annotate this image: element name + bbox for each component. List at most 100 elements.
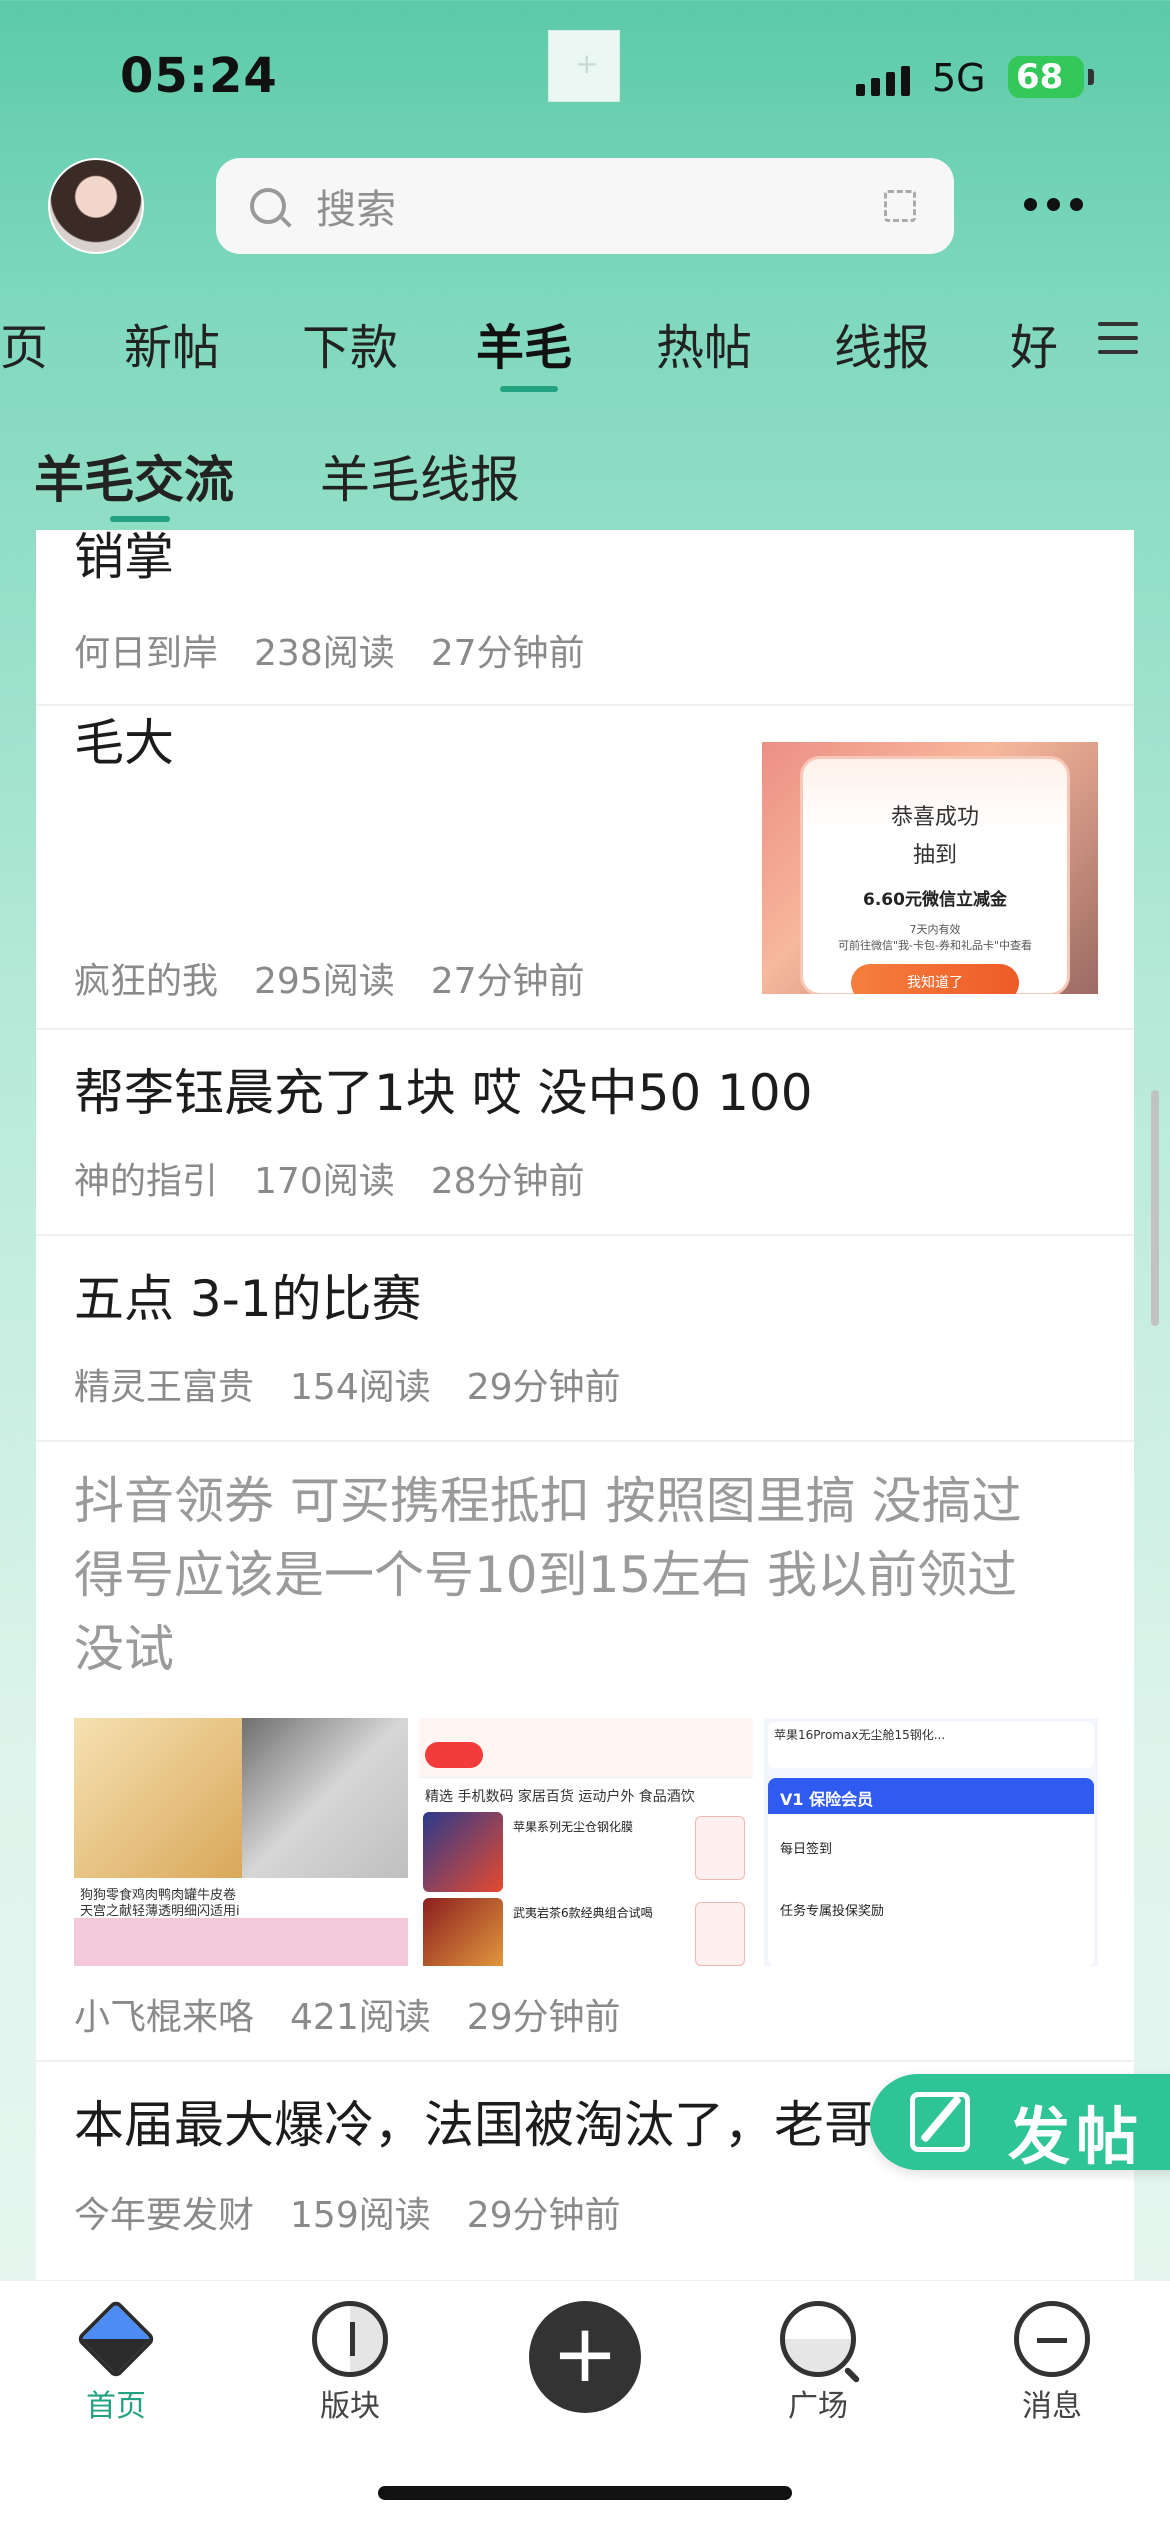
post-reads: 295阅读	[254, 961, 395, 1002]
new-post-button[interactable]: 发帖	[870, 2074, 1170, 2173]
nav-sections[interactable]: 版块	[280, 2301, 420, 2425]
tab-tips[interactable]: 线报	[834, 308, 930, 378]
post-title: 五点 3-1的比赛	[74, 1270, 422, 1328]
post-author: 今年要发财	[74, 2195, 255, 2236]
member-card-row: 任务专属投保奖励	[780, 1904, 885, 1919]
product-image	[423, 1898, 503, 1966]
thumbnail-category-tabs: 精选 手机数码 家居百货 运动户外 食品酒饮	[425, 1789, 695, 1805]
thumbnail-food-photo	[74, 1718, 242, 1878]
subtab-deal-exchange[interactable]: 羊毛交流	[34, 440, 234, 512]
search-bar[interactable]: 搜索	[216, 158, 954, 254]
tab-good[interactable]: 好	[1010, 308, 1058, 378]
tab-new-posts[interactable]: 新帖	[124, 308, 220, 378]
thumbnail-signin-strip	[419, 1718, 753, 1778]
thumbnail-2[interactable]: 精选 手机数码 家居百货 运动户外 食品酒饮 苹果系列无尘仓钢化膜 武夷岩茶6款…	[419, 1718, 753, 1966]
prize-card: 恭喜成功 抽到 6.60元微信立减金 7天内有效 可前往微信"我-卡包-券和礼品…	[800, 756, 1070, 994]
prize-line4: 7天内有效	[909, 923, 961, 936]
post-reads: 170阅读	[254, 1161, 395, 1202]
prize-line2: 抽到	[912, 843, 957, 868]
thumbnail-banner	[74, 1918, 408, 1966]
section-icon	[312, 2301, 388, 2377]
post-reads: 421阅读	[290, 1997, 431, 2038]
post-time: 29分钟前	[466, 2195, 621, 2236]
product-price-badge	[695, 1816, 745, 1880]
avatar[interactable]	[48, 158, 144, 254]
thumbnail-product-row: 武夷岩茶6款经典组合试喝	[423, 1898, 749, 1966]
post-image[interactable]: 恭喜成功 抽到 6.60元微信立减金 7天内有效 可前往微信"我-卡包-券和礼品…	[762, 742, 1098, 994]
home-indicator[interactable]	[378, 2486, 792, 2500]
message-icon	[1014, 2301, 1090, 2377]
thumbnail-order: 苹果16Promax无尘舱15钢化...	[768, 1722, 1094, 1768]
tab-home[interactable]: 页	[0, 308, 48, 378]
signal-icon	[856, 66, 910, 96]
post-title: 帮李钰晨充了1块 哎 没中50 100	[74, 1064, 813, 1122]
post-title-line1: 抖音领券 可买携程抵扣 按照图里搞 没搞过	[74, 1472, 1022, 1530]
post-title: 本届最大爆冷，法国被淘汰了，老哥	[74, 2096, 874, 2154]
post-title: 毛大	[74, 714, 174, 772]
thumb1-caption-b: 天宫之献轻薄透明细闪适用i	[80, 1904, 240, 1919]
new-post-label: 发帖	[1008, 2100, 1145, 2173]
post-meta: 小飞棍来咯 421阅读 29分钟前	[74, 1988, 657, 2040]
post-item[interactable]: 五点 3-1的比赛 精灵王富贵 154阅读 29分钟前	[36, 1236, 1134, 1442]
thumbnail-phone-case-photo	[242, 1718, 408, 1878]
post-meta: 精灵王富贵 154阅读 29分钟前	[74, 1358, 657, 1410]
post-meta: 何日到岸 238阅读 27分钟前	[74, 624, 621, 676]
post-author: 精灵王富贵	[74, 1367, 255, 1408]
product-title: 武夷岩茶6款经典组合试喝	[513, 1906, 653, 1920]
nav-messages-label: 消息	[1022, 2389, 1082, 2424]
post-feed: 销掌 何日到岸 238阅读 27分钟前 毛大 疯狂的我 295阅读 27分钟前 恭喜成功…	[36, 530, 1134, 2280]
post-title-line2: 得号应该是一个号10到15左右 我以前领过	[74, 1546, 1018, 1604]
nav-home-label: 首页	[86, 2389, 146, 2424]
thumbnail-member-card: V1 保险会员 每日签到 任务专属投保奖励	[768, 1778, 1094, 1966]
battery-level: 68	[1016, 57, 1064, 97]
post-item[interactable]: 帮李钰晨充了1块 哎 没中50 100 神的指引 170阅读 28分钟前	[36, 1030, 1134, 1236]
post-reads: 154阅读	[290, 1367, 431, 1408]
tab-deals[interactable]: 羊毛	[476, 308, 572, 378]
scrollbar[interactable]	[1151, 1090, 1159, 1326]
post-author: 何日到岸	[74, 633, 219, 674]
product-title: 苹果系列无尘仓钢化膜	[513, 1820, 634, 1834]
post-title-line3: 没试	[74, 1620, 174, 1678]
prize-line3: 6.60元微信立减金	[863, 890, 1007, 910]
battery-icon: 68	[1008, 56, 1094, 98]
thumbnail-1[interactable]: 狗狗零食鸡肉鸭肉罐牛皮卷 天宫之献轻薄透明细闪适用i	[74, 1718, 408, 1966]
post-author: 小飞棍来咯	[74, 1997, 255, 2038]
member-card-row: 每日签到	[780, 1842, 833, 1857]
signin-chip	[425, 1742, 483, 1768]
floating-add-button[interactable]	[548, 30, 620, 102]
nav-messages[interactable]: 消息	[982, 2301, 1122, 2425]
prize-button: 我知道了	[851, 964, 1019, 994]
nav-sections-label: 版块	[320, 2389, 380, 2424]
post-time: 28分钟前	[430, 1161, 585, 1202]
member-card-header: V1 保险会员	[780, 1790, 874, 1809]
post-item[interactable]: 毛大 疯狂的我 295阅读 27分钟前 恭喜成功 抽到 6.60元微信立减金 7天内…	[36, 706, 1134, 1030]
active-subtab-indicator	[110, 516, 170, 522]
status-bar: 05:24 5G 68	[0, 0, 1170, 140]
subtab-deal-tips[interactable]: 羊毛线报	[320, 440, 520, 512]
tab-loans[interactable]: 下款	[302, 308, 398, 378]
more-icon[interactable]	[1024, 198, 1083, 211]
post-reads: 238阅读	[254, 633, 395, 674]
post-item[interactable]: 销掌 何日到岸 238阅读 27分钟前	[36, 530, 1134, 706]
post-title: 销掌	[74, 530, 174, 586]
post-thumbnails: 狗狗零食鸡肉鸭肉罐牛皮卷 天宫之献轻薄透明细闪适用i 精选 手机数码 家居百货 …	[74, 1718, 1098, 1966]
nav-plaza-label: 广场	[788, 2389, 848, 2424]
post-meta: 疯狂的我 295阅读 27分钟前	[74, 952, 621, 1004]
nav-plaza[interactable]: 广场	[748, 2301, 888, 2425]
thumbnail-3[interactable]: 苹果16Promax无尘舱15钢化... V1 保险会员 每日签到 任务专属投保…	[764, 1718, 1098, 1966]
scan-icon[interactable]	[884, 190, 916, 222]
create-button[interactable]: +	[529, 2301, 641, 2413]
prize-line5: 可前往微信"我-卡包-券和礼品卡"中查看	[837, 939, 1033, 952]
nav-home[interactable]: 首页	[46, 2298, 186, 2425]
post-author: 神的指引	[74, 1161, 219, 1202]
thumbnail-product-row: 苹果系列无尘仓钢化膜	[423, 1812, 749, 1892]
tab-hot-posts[interactable]: 热帖	[656, 308, 752, 378]
thumbnail-caption: 天宫之献轻薄透明细闪适用i	[74, 1900, 408, 1919]
network-type: 5G	[932, 56, 986, 100]
prize-line1: 恭喜成功	[890, 805, 979, 830]
category-tabs: 页 新帖 下款 羊毛 热帖 线报 好	[0, 300, 1170, 392]
menu-icon[interactable]	[1098, 322, 1138, 364]
post-time: 27分钟前	[430, 633, 585, 674]
subtabs: 羊毛交流 羊毛线报	[0, 432, 1170, 522]
active-tab-indicator	[500, 386, 558, 392]
